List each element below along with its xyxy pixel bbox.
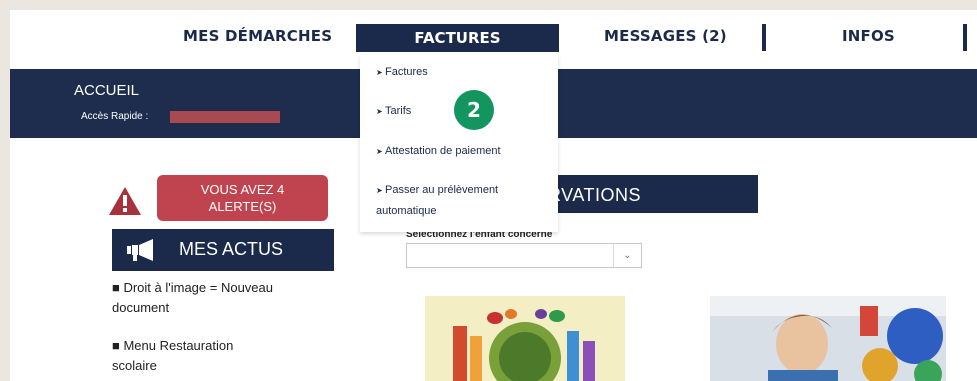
- news-header: MES ACTUS: [112, 229, 334, 271]
- news-item[interactable]: ■ Menu Restauration scolaire: [112, 336, 233, 376]
- news-item-line: ■ Droit à l'image = Nouveau: [112, 280, 273, 295]
- reservations-title: RVATIONS: [548, 185, 642, 205]
- nav-messages[interactable]: MESSAGES (2): [604, 27, 727, 45]
- nav-mes-demarches[interactable]: MES DÉMARCHES: [183, 27, 332, 45]
- step-number-badge: 2: [454, 90, 494, 130]
- factures-dropdown-menu: ➤ Factures ➤ Tarifs ➤ Attestation de pai…: [360, 55, 558, 232]
- bullet-icon: ➤: [376, 107, 383, 116]
- hands-vegetables-illustration: [425, 296, 625, 381]
- alerts-line1: VOUS AVEZ 4: [200, 182, 285, 197]
- megaphone-icon: [127, 239, 153, 261]
- bullet-icon: ➤: [376, 186, 383, 195]
- child-select[interactable]: ⌄: [406, 243, 642, 268]
- news-item-line: document: [112, 300, 170, 315]
- news-item-line: ■ Menu Restauration: [112, 338, 234, 353]
- restauration-image[interactable]: [425, 296, 625, 381]
- nav-infos[interactable]: INFOS: [842, 27, 895, 45]
- redacted-field: [170, 111, 280, 123]
- page-title: ACCUEIL: [74, 82, 140, 99]
- menu-item-factures[interactable]: Factures: [385, 66, 428, 78]
- child-painting-image[interactable]: [710, 296, 946, 381]
- nav-separator: [963, 24, 967, 51]
- warning-icon: [109, 187, 141, 215]
- bullet-icon: ➤: [376, 147, 383, 156]
- bullet-icon: ➤: [376, 68, 383, 77]
- news-item[interactable]: ■ Droit à l'image = Nouveau document: [112, 278, 273, 318]
- menu-item-prelevement-line2[interactable]: automatique: [376, 205, 437, 217]
- menu-item-prelevement[interactable]: Passer au prélèvement: [385, 184, 498, 196]
- news-item-line: scolaire: [112, 358, 157, 373]
- page-frame: MES DÉMARCHES FACTURES MESSAGES (2) INFO…: [10, 10, 977, 381]
- quick-access-label: Accès Rapide :: [81, 111, 149, 122]
- child-painting-photo: [710, 296, 946, 381]
- menu-item-attestation[interactable]: Attestation de paiement: [385, 145, 501, 157]
- news-title: MES ACTUS: [179, 239, 284, 259]
- chevron-down-icon[interactable]: ⌄: [613, 244, 641, 267]
- menu-item-tarifs[interactable]: Tarifs: [385, 105, 411, 117]
- alerts-line2: ALERTE(S): [208, 199, 277, 214]
- alerts-button[interactable]: VOUS AVEZ 4 ALERTE(S): [157, 175, 328, 221]
- nav-factures[interactable]: FACTURES: [356, 24, 559, 52]
- nav-separator: [762, 24, 766, 51]
